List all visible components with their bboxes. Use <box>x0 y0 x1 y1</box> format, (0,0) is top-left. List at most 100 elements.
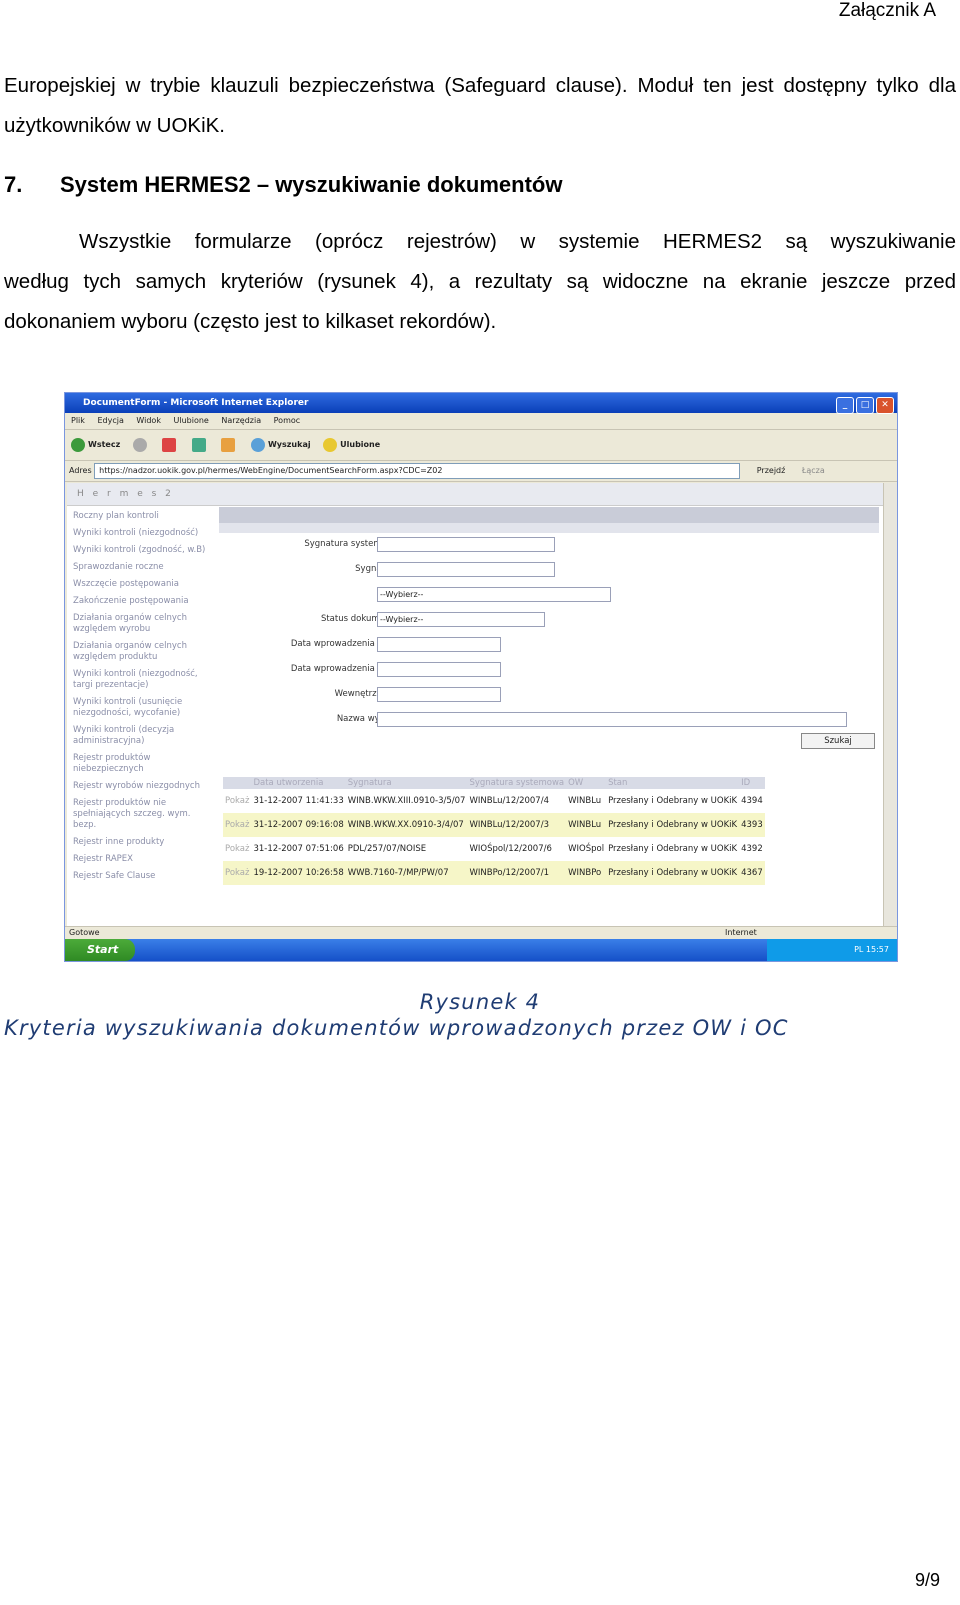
forward-icon[interactable] <box>132 437 150 452</box>
sidebar-item[interactable]: Sprawozdanie roczne <box>73 562 215 573</box>
sidebar-item[interactable]: Rejestr RAPEX <box>73 854 215 865</box>
cell-date: 31-12-2007 11:41:33 <box>253 796 344 806</box>
close-icon[interactable]: ✕ <box>876 397 894 414</box>
paragraph-line-3: dokonaniem wyboru (często jest to kilkas… <box>4 310 497 333</box>
go-button[interactable]: Przejdź <box>757 466 786 475</box>
cell-signature: PDL/257/07/NOISE <box>347 844 427 854</box>
col-header[interactable]: OW <box>566 777 607 789</box>
menu-narzedzia[interactable]: Narzędzia <box>221 416 261 425</box>
col-header[interactable]: Sygnatura systemowa <box>467 777 567 789</box>
status-select[interactable]: --Wybierz-- <box>377 612 545 627</box>
refresh-icon[interactable] <box>191 437 209 452</box>
section-number: 7. <box>4 172 23 197</box>
address-input[interactable]: https://nadzor.uokik.gov.pl/hermes/WebEn… <box>94 462 741 479</box>
minimize-icon[interactable]: _ <box>836 397 854 414</box>
vertical-scrollbar[interactable] <box>883 483 897 927</box>
menu-pomoc[interactable]: Pomoc <box>274 416 301 425</box>
search-label: Wyszukaj <box>267 440 311 449</box>
col-header[interactable]: Data utworzenia <box>251 777 346 789</box>
cell-system-signature: WIOŚpol/12/2007/6 <box>469 844 552 854</box>
nazwa-wyrobu-input[interactable] <box>377 712 847 727</box>
cell-system-signature: WINBLu/12/2007/4 <box>469 796 549 806</box>
sidebar-item[interactable]: Rejestr wyrobów niezgodnych <box>73 781 215 792</box>
cell-id: 4393 <box>739 813 765 837</box>
sidebar-item[interactable]: Działania organów celnych względem wyrob… <box>73 613 215 635</box>
cell-id: 4394 <box>741 796 763 806</box>
show-link[interactable]: Pokaż <box>223 837 251 861</box>
sidebar-item[interactable]: Wszczęcie postępowania <box>73 579 215 590</box>
search-icon <box>250 437 265 452</box>
sidebar-item[interactable]: Rejestr Safe Clause <box>73 871 215 882</box>
menu-ulubione[interactable]: Ulubione <box>174 416 209 425</box>
cell-signature: WINB.WKW.XX.0910-3/4/07 <box>345 813 468 837</box>
cell-date: 31-12-2007 09:16:08 <box>251 813 346 837</box>
sidebar-item[interactable]: Rejestr produktów nie spełniających szcz… <box>73 798 215 831</box>
table-row[interactable]: Pokaż 31-12-2007 11:41:33 WINB.WKW.XIII.… <box>223 789 765 813</box>
sidebar-item[interactable]: Wyniki kontroli (niezgodność, targi prez… <box>73 669 215 691</box>
table-row[interactable]: Pokaż 31-12-2007 07:51:06 PDL/257/07/NOI… <box>223 837 765 861</box>
cell-signature: WINB.WKW.XIII.0910-3/5/07 <box>347 796 466 806</box>
col-header[interactable]: ID <box>739 777 765 789</box>
data-od-input[interactable] <box>377 637 501 652</box>
show-link[interactable]: Pokaż <box>223 789 251 813</box>
ow-select[interactable]: --Wybierz-- <box>377 587 611 602</box>
page-number: 9/9 <box>914 1570 940 1590</box>
section-heading: 7. System HERMES2 – wyszukiwanie dokument… <box>4 172 562 198</box>
sidebar-item[interactable]: Wyniki kontroli (decyzja administracyjna… <box>73 725 215 747</box>
status-text: Gotowe <box>69 928 100 937</box>
home-icon[interactable] <box>221 437 238 452</box>
cell-date: 19-12-2007 10:26:58 <box>251 861 346 885</box>
sygnatura-input[interactable] <box>377 562 555 577</box>
paragraph-line-1: Wszystkie formularze (oprócz rejestrów) … <box>79 230 956 253</box>
figure-caption-number: Rysunek 4 <box>419 990 541 1014</box>
back-label: Wstecz <box>88 440 121 449</box>
cell-ow: WIOŚpol <box>568 844 605 854</box>
sidebar-item[interactable]: Wyniki kontroli (usunięcie niezgodności,… <box>73 697 215 719</box>
show-link[interactable]: Pokaż <box>223 861 252 885</box>
cell-id: 4367 <box>739 861 765 885</box>
menu-widok[interactable]: Widok <box>136 416 161 425</box>
star-icon <box>323 437 338 452</box>
system-tray: PL 15:57 <box>767 939 897 961</box>
szukaj-button[interactable]: Szukaj <box>801 733 875 749</box>
col-header[interactable]: Stan <box>606 777 740 789</box>
cell-date: 31-12-2007 07:51:06 <box>253 844 344 854</box>
figure-screenshot: DocumentForm - Microsoft Internet Explor… <box>64 392 898 962</box>
sidebar-item[interactable]: Działania organów celnych względem produ… <box>73 641 215 663</box>
page-header: Załącznik A <box>838 0 936 21</box>
favorites-label: Ulubione <box>340 440 381 449</box>
sidebar-item[interactable]: Wyniki kontroli (niezgodność) <box>73 528 215 539</box>
sidebar-item[interactable]: Zakończenie postępowania <box>73 596 215 607</box>
sidebar-item[interactable]: Wyniki kontroli (zgodność, w.B) <box>73 545 215 556</box>
sidebar-item[interactable]: Roczny plan kontroli <box>73 511 215 522</box>
form-subheader <box>219 523 879 533</box>
results-table: Data utworzenia Sygnatura Sygnatura syst… <box>223 777 765 885</box>
stop-icon[interactable] <box>162 437 179 452</box>
data-do-input[interactable] <box>377 662 501 677</box>
favorites-button[interactable]: Ulubione <box>323 437 381 452</box>
col-header[interactable]: Sygnatura <box>345 777 468 789</box>
wewnetrzne-id-input[interactable] <box>377 687 501 702</box>
sidebar-item[interactable]: Rejestr inne produkty <box>73 837 215 848</box>
cell-status: Przesłany i Odebrany w UOKiK <box>606 813 740 837</box>
search-form: Sygnatura systemowa Sygnatura OW--Wybier… <box>219 507 879 758</box>
maximize-icon[interactable]: □ <box>856 397 874 414</box>
sygnatura-systemowa-input[interactable] <box>377 537 555 552</box>
status-bar: Gotowe Internet <box>65 926 897 939</box>
menu-edycja[interactable]: Edycja <box>97 416 123 425</box>
menu-plik[interactable]: Plik <box>71 416 85 425</box>
start-button[interactable]: Start <box>65 939 135 961</box>
back-button[interactable]: Wstecz <box>71 437 121 452</box>
toolbar: Wstecz Wyszukaj Ulubione <box>65 430 897 461</box>
figure-caption-text: Kryteria wyszukiwania dokumentów wprowad… <box>4 1016 789 1040</box>
show-link[interactable]: Pokaż <box>223 813 252 837</box>
section-title: System HERMES2 – wyszukiwanie dokumentów <box>60 172 563 197</box>
cell-status: Przesłany i Odebrany w UOKiK <box>608 844 738 854</box>
table-row[interactable]: Pokaż 31-12-2007 09:16:08 WINB.WKW.XX.09… <box>223 813 765 837</box>
search-button[interactable]: Wyszukaj <box>250 437 311 452</box>
menu-bar: Plik Edycja Widok Ulubione Narzędzia Pom… <box>65 413 897 430</box>
table-row[interactable]: Pokaż 19-12-2007 10:26:58 WWB.7160-7/MP/… <box>223 861 765 885</box>
window-title: DocumentForm - Microsoft Internet Explor… <box>83 398 309 408</box>
sidebar-item[interactable]: Rejestr produktów niebezpiecznych <box>73 753 215 775</box>
links-label[interactable]: Łącza <box>802 466 825 475</box>
